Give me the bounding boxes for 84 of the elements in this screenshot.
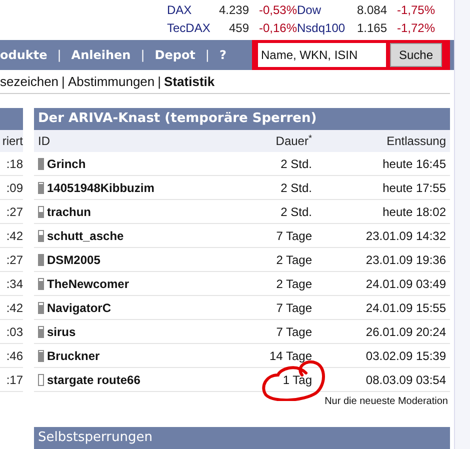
user-link[interactable]: Grinch [47,154,86,172]
table-cell-text: 23.01.09 19:36 [364,252,446,268]
index-value: 459 [228,21,249,38]
user-link[interactable]: TheNewcomer [47,274,130,292]
user-link[interactable]: 14051948Kibbuzim [47,178,154,196]
table-cell: :27 [0,248,23,272]
index-change: -1,72% [396,21,435,38]
table-cell: 14 Tage [270,348,312,362]
column-header: ID [38,133,51,150]
index-change: -0,16% [258,21,297,38]
table-cell-text: 24.01.09 03:49 [364,276,446,292]
subnav-separator: | [60,72,66,91]
table-cell: 7 Tage [276,228,312,242]
rank-meter-icon [38,326,44,338]
table-cell-text: heute 16:45 [382,156,446,172]
column-header: riert [0,130,23,152]
rank-meter-icon [38,254,44,266]
nav-link[interactable]: odukte [0,46,48,64]
table-cell-text: 03.02.09 15:39 [364,348,446,364]
table-cell-text: 24.01.09 15:55 [364,300,446,316]
subnav-link[interactable]: Statistik [164,72,215,92]
rank-meter-icon [38,182,44,194]
index-name[interactable]: DAX [167,3,211,22]
table-cell: 1 Tag [282,372,312,386]
column-header: Entlassung [386,133,446,150]
footnote: Nur die neueste Moderation [324,395,448,409]
user-link[interactable]: Bruckner [47,346,100,364]
table-cell-text: 26.01.09 20:24 [364,324,446,340]
table-cell: 2 Tage [276,252,312,266]
index-value: 4.239 [218,3,249,19]
panel-title: Der ARIVA-Knast (temporäre Sperren) [34,108,450,130]
search-button[interactable]: Suche [390,42,442,67]
user-link[interactable]: NavigatorC [47,298,112,316]
table-cell: :17 [0,368,23,392]
user-link[interactable]: sirus [47,322,76,340]
table-cell: :42 [0,296,23,320]
column-header: Dauer$^{*}$ [274,132,312,150]
index-value: 1.165 [356,21,387,38]
subnav-link[interactable]: Abstimmungen [68,72,155,92]
nav-link[interactable]: Anleihen [71,46,131,64]
rank-meter-icon [38,230,44,242]
table-cell: 7 Tage [276,324,312,338]
table-cell: :34 [0,272,23,296]
table-cell: :46 [0,344,23,368]
index-change: -1,75% [396,3,435,19]
rank-meter-icon [38,206,44,218]
user-link[interactable]: DSM2005 [47,250,100,268]
table-cell: 7 Tage [276,300,312,314]
nav-separator: | [140,46,146,64]
table-cell: :09 [0,176,23,200]
table-cell-text: heute 18:02 [382,204,446,220]
table-cell: :18 [0,152,23,176]
table-cell-text: 23.01.09 14:32 [364,228,446,244]
index-value: 8.084 [356,3,387,19]
nav-link[interactable]: ? [219,46,226,64]
table-cell: 2 Tage [276,276,312,290]
table-cell: :27 [0,200,23,224]
user-link[interactable]: schutt_asche [47,226,124,244]
index-name[interactable]: Nsdq100 [297,21,351,40]
index-change: -0,53% [258,3,297,19]
subnav-link[interactable]: sezeichen [0,72,59,92]
table-cell: 2 Std. [280,180,312,194]
table-cell: 2 Std. [280,204,312,218]
table-cell: 2 Std. [280,156,312,170]
rank-meter-icon [38,158,44,170]
panel-title: Selbstsperrungen [34,427,450,449]
index-name[interactable]: Dow [297,3,351,22]
index-name[interactable]: TecDAX [167,21,211,40]
nav-separator: | [204,46,210,64]
table-cell-text: heute 17:55 [382,180,446,196]
user-link[interactable]: trachun [47,202,92,220]
table-cell-text: 08.03.09 03:54 [364,372,446,388]
subnav-separator: | [156,72,162,91]
nav-separator: | [56,46,62,64]
user-link[interactable]: stargate route66 [47,370,140,388]
rank-meter-icon [38,350,44,362]
table-cell: :42 [0,224,23,248]
footnote-mark: * [308,132,312,142]
nav-link[interactable]: Depot [154,46,196,64]
table-cell: :03 [0,320,23,344]
rank-meter-icon [38,302,44,314]
rank-meter-icon [38,278,44,290]
panel-header [0,108,23,130]
search-field[interactable]: Name, WKN, ISIN [258,42,386,67]
